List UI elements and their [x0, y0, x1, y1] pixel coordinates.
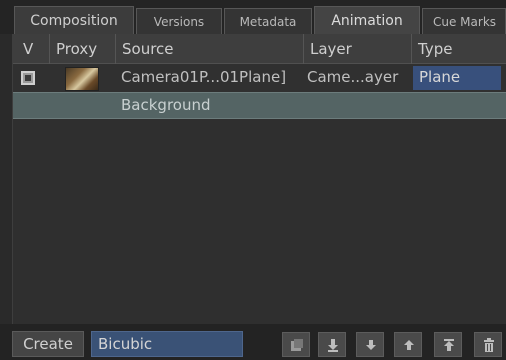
header-type[interactable]: Type	[411, 34, 506, 64]
tab-animation[interactable]: Animation	[314, 6, 420, 34]
move-down-button[interactable]	[356, 332, 384, 357]
tab-metadata[interactable]: Metadata	[224, 8, 312, 34]
proxy-thumbnail	[65, 67, 99, 91]
import-icon	[328, 339, 338, 352]
bottom-toolbar: Create Bicubic	[0, 324, 506, 360]
table-header: V Proxy Source Layer Type	[13, 34, 506, 64]
import-button[interactable]	[318, 332, 346, 357]
clip-icon	[291, 339, 303, 351]
header-v[interactable]: V	[13, 34, 49, 64]
move-up-icon	[404, 340, 414, 350]
move-to-top-icon	[444, 339, 454, 351]
clip-button[interactable]	[282, 332, 310, 357]
move-to-top-button[interactable]	[434, 332, 462, 357]
tab-versions[interactable]: Versions	[136, 8, 222, 34]
source-cell: Camera01P...01Plane]	[121, 68, 287, 86]
table-row[interactable]: Background	[13, 92, 506, 119]
move-down-icon	[366, 340, 376, 350]
create-button[interactable]: Create	[12, 331, 84, 357]
interpolation-dropdown[interactable]: Bicubic	[91, 331, 243, 357]
trash-icon	[484, 338, 494, 352]
header-source[interactable]: Source	[115, 34, 303, 64]
source-cell: Background	[121, 96, 211, 114]
header-layer[interactable]: Layer	[303, 34, 411, 64]
layer-cell: Came...ayer	[307, 68, 399, 86]
tab-cue-marks[interactable]: Cue Marks	[422, 8, 506, 34]
type-dropdown[interactable]: Plane	[413, 66, 501, 90]
table-row[interactable]: Camera01P...01Plane] Came...ayer Plane	[13, 64, 506, 92]
move-up-button[interactable]	[394, 332, 422, 357]
visibility-checkbox[interactable]	[21, 71, 35, 85]
header-proxy[interactable]: Proxy	[49, 34, 115, 64]
delete-button[interactable]	[474, 332, 502, 357]
composition-panel: V Proxy Source Layer Type Camera01P...01…	[12, 34, 506, 324]
tab-composition[interactable]: Composition	[14, 6, 134, 34]
tab-bar: Composition Versions Metadata Animation …	[0, 0, 506, 34]
